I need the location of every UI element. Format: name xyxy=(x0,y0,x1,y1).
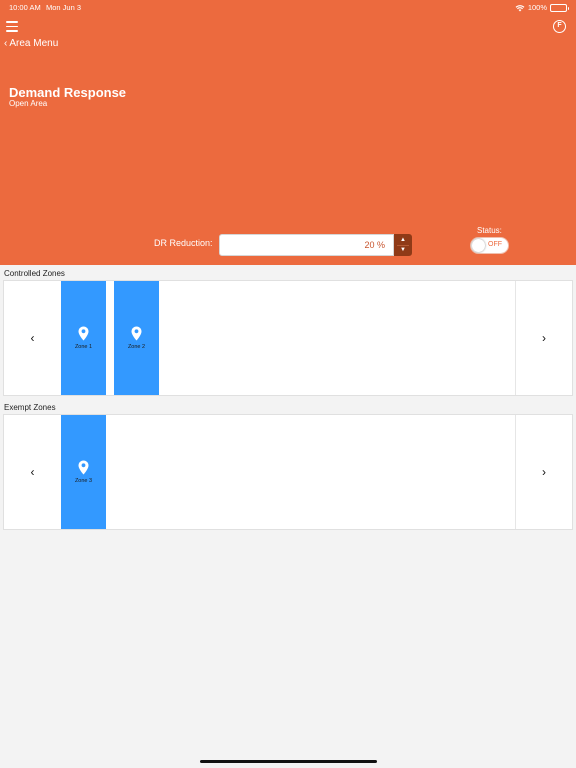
page-subtitle: Open Area xyxy=(9,99,48,108)
zone-card[interactable]: Zone 3 xyxy=(61,415,106,529)
controlled-zones-title: Controlled Zones xyxy=(4,269,65,278)
exempt-zones-title: Exempt Zones xyxy=(4,403,56,412)
dr-reduction-label: DR Reduction: xyxy=(154,238,213,248)
exempt-next-button[interactable]: › xyxy=(515,415,572,529)
zone-name: Zone 1 xyxy=(74,344,93,350)
home-indicator[interactable] xyxy=(200,760,377,763)
zone-name: Zone 3 xyxy=(74,478,93,484)
f-button[interactable]: F xyxy=(553,20,566,33)
status-right: 100% xyxy=(515,3,569,12)
location-pin-icon xyxy=(78,326,89,341)
battery-icon xyxy=(550,3,569,12)
controlled-prev-button[interactable]: ‹ xyxy=(4,281,61,395)
controlled-zones-panel: ‹ Zone 1 Zone 2 › xyxy=(3,280,573,396)
zone-card[interactable]: Zone 2 xyxy=(114,281,159,395)
status-label: Status: xyxy=(477,226,502,235)
exempt-prev-button[interactable]: ‹ xyxy=(4,415,61,529)
header: 10:00 AM Mon Jun 3 100% F ‹ Area Menu De… xyxy=(0,0,576,265)
page-title: Demand Response xyxy=(9,85,127,100)
status-date: Mon Jun 3 xyxy=(46,3,82,12)
stepper-up-icon[interactable]: ▲ xyxy=(394,236,412,244)
zone-name: Zone 2 xyxy=(127,344,146,350)
toggle-knob xyxy=(472,239,485,252)
wifi-icon xyxy=(515,4,525,11)
status-time: 10:00 AM xyxy=(9,3,41,12)
chevron-left-icon: ‹ xyxy=(4,38,8,49)
status-toggle[interactable]: OFF xyxy=(470,237,509,254)
back-label: Area Menu xyxy=(9,38,59,49)
dr-reduction-input[interactable]: 20 % xyxy=(219,234,394,256)
dr-reduction-stepper[interactable]: ▲ ▼ xyxy=(394,234,412,256)
stepper-down-icon[interactable]: ▼ xyxy=(394,246,412,254)
status-bar: 10:00 AM Mon Jun 3 100% xyxy=(9,3,569,15)
back-button[interactable]: ‹ Area Menu xyxy=(4,38,58,49)
zone-card[interactable]: Zone 1 xyxy=(61,281,106,395)
exempt-zones-panel: ‹ Zone 3 › xyxy=(3,414,573,530)
location-pin-icon xyxy=(78,460,89,475)
controlled-next-button[interactable]: › xyxy=(515,281,572,395)
battery-percent: 100% xyxy=(527,3,547,12)
location-pin-icon xyxy=(131,326,142,341)
menu-icon[interactable] xyxy=(6,21,18,32)
toggle-state: OFF xyxy=(488,241,502,248)
